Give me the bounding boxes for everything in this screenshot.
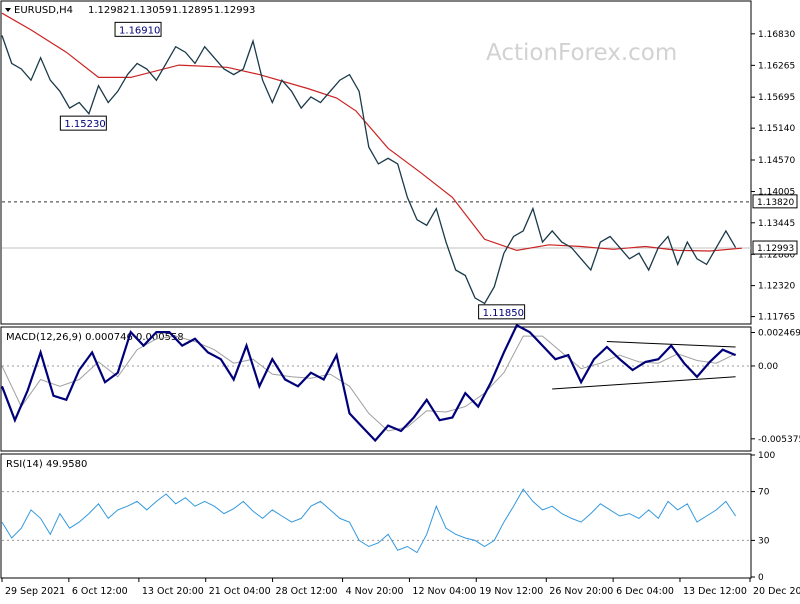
- y-tick-label: 100: [758, 451, 775, 461]
- x-tick-label: 28 Oct 12:00: [276, 586, 338, 597]
- y-tick-label: -0.005375: [758, 435, 800, 445]
- ohlc-close: 1.12993: [214, 5, 255, 16]
- x-tick-label: 13 Dec 12:00: [683, 586, 747, 597]
- y-tick-label: 0: [758, 573, 764, 583]
- y-tick-label: 1.14570: [758, 156, 795, 166]
- watermark: ActionForex.com: [486, 40, 677, 66]
- y-tick-label: 0.002469: [758, 328, 800, 338]
- ohlc-high: 1.13059: [130, 5, 171, 16]
- price-annotation: 1.15230: [64, 119, 105, 130]
- price-title: EURUSD,H4: [14, 5, 73, 16]
- price-annotation: 1.16910: [119, 25, 160, 36]
- ohlc-low: 1.12895: [172, 5, 213, 16]
- current-value-box-label: 1.12993: [757, 244, 794, 254]
- y-tick-label: 30: [758, 536, 770, 546]
- x-tick-label: 6 Dec 04:00: [616, 586, 674, 597]
- x-tick-label: 13 Oct 20:00: [142, 586, 204, 597]
- y-tick-label: 1.16830: [758, 30, 795, 40]
- y-tick-label: 0.00: [758, 362, 778, 372]
- y-tick-label: 70: [758, 488, 770, 498]
- rsi-title: RSI(14) 49.9580: [6, 459, 87, 470]
- ohlc-open: 1.12982: [88, 5, 129, 16]
- x-tick-label: 19 Nov 12:00: [479, 586, 543, 597]
- x-tick-label: 20 Dec 20:00: [753, 586, 800, 597]
- x-tick-label: 4 Nov 20:00: [346, 586, 404, 597]
- forex-chart: ActionForex.com EURUSD,H4 1.12982 1.1305…: [0, 0, 800, 597]
- y-tick-label: 1.16265: [758, 61, 795, 71]
- price-annotation: 1.11850: [483, 308, 524, 319]
- resistance-value-box-label: 1.13820: [757, 198, 794, 208]
- y-tick-label: 1.11765: [758, 313, 795, 323]
- x-tick-label: 21 Oct 04:00: [209, 586, 271, 597]
- x-tick-label: 12 Nov 04:00: [412, 586, 476, 597]
- chart-stage: ActionForex.com EURUSD,H4 1.12982 1.1305…: [0, 0, 800, 600]
- y-tick-label: 1.12320: [758, 282, 795, 292]
- y-tick-label: 1.15695: [758, 93, 795, 103]
- y-tick-label: 1.15140: [758, 124, 795, 134]
- macd-panel-frame: [0, 326, 752, 452]
- x-tick-label: 26 Nov 20:00: [549, 586, 613, 597]
- x-tick-label: 6 Oct 12:00: [72, 586, 128, 597]
- y-tick-label: 1.13445: [758, 219, 795, 229]
- rsi-panel-frame: [0, 453, 752, 579]
- macd-title: MACD(12,26,9) 0.000746 0.000558: [6, 332, 184, 343]
- x-tick-label: 29 Sep 2021: [5, 586, 65, 597]
